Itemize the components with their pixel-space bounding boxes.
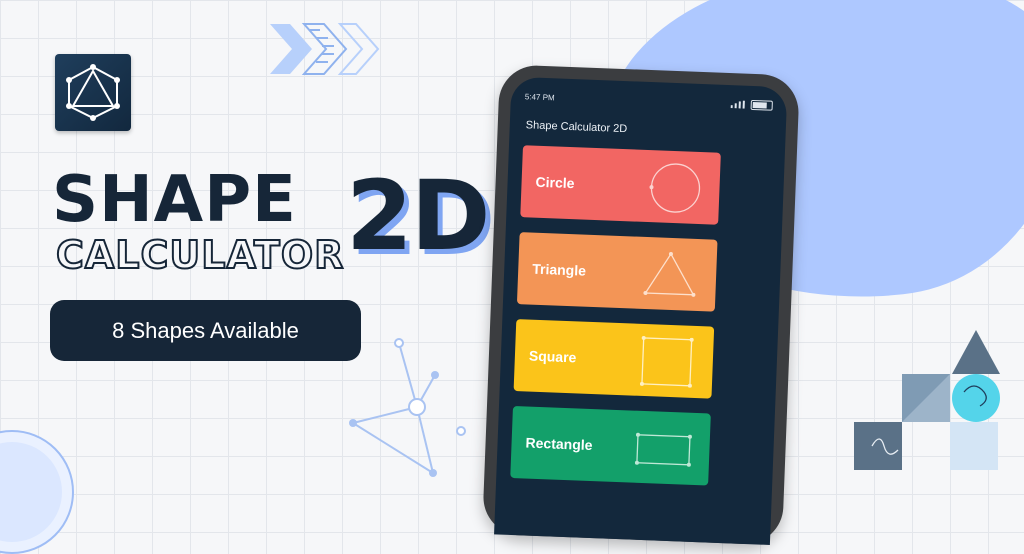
signal-icon [730,100,745,109]
title-shape: SHAPE [52,163,297,237]
rectangle-outline-icon [634,432,692,467]
card-triangle[interactable]: Triangle [516,232,718,312]
title-calculator: CALCULATOR [55,233,345,277]
square-outline-icon [639,335,694,388]
status-bar: 5:47 PM [525,89,773,113]
background-circle [0,430,74,554]
chevron-arrows-icon [270,23,380,75]
card-label: Circle [535,173,575,192]
phone-mockup: 5:47 PM Shape Calculator 2D Circle Trian… [482,64,800,546]
card-label: Triangle [531,260,587,279]
phone-screen: 5:47 PM Shape Calculator 2D Circle Trian… [494,76,788,545]
node-graph-icon [349,338,466,477]
status-time: 5:47 PM [524,91,555,102]
shapes-available-pill[interactable]: 8 Shapes Available [50,300,361,361]
app-title: Shape Calculator 2D [525,119,628,136]
circle-outline-icon [649,163,701,213]
card-label: Rectangle [525,434,593,454]
card-square[interactable]: Square [513,319,715,399]
geometry-logo-icon [66,64,120,121]
triangle-outline-icon [643,251,696,297]
title-2d-badge: 2D [346,160,490,272]
geometric-blocks-icon [854,330,1000,470]
card-rectangle[interactable]: Rectangle [510,405,711,486]
card-label: Square [528,347,577,366]
card-circle[interactable]: Circle [520,145,721,225]
app-logo [55,54,131,131]
battery-icon [750,99,773,111]
